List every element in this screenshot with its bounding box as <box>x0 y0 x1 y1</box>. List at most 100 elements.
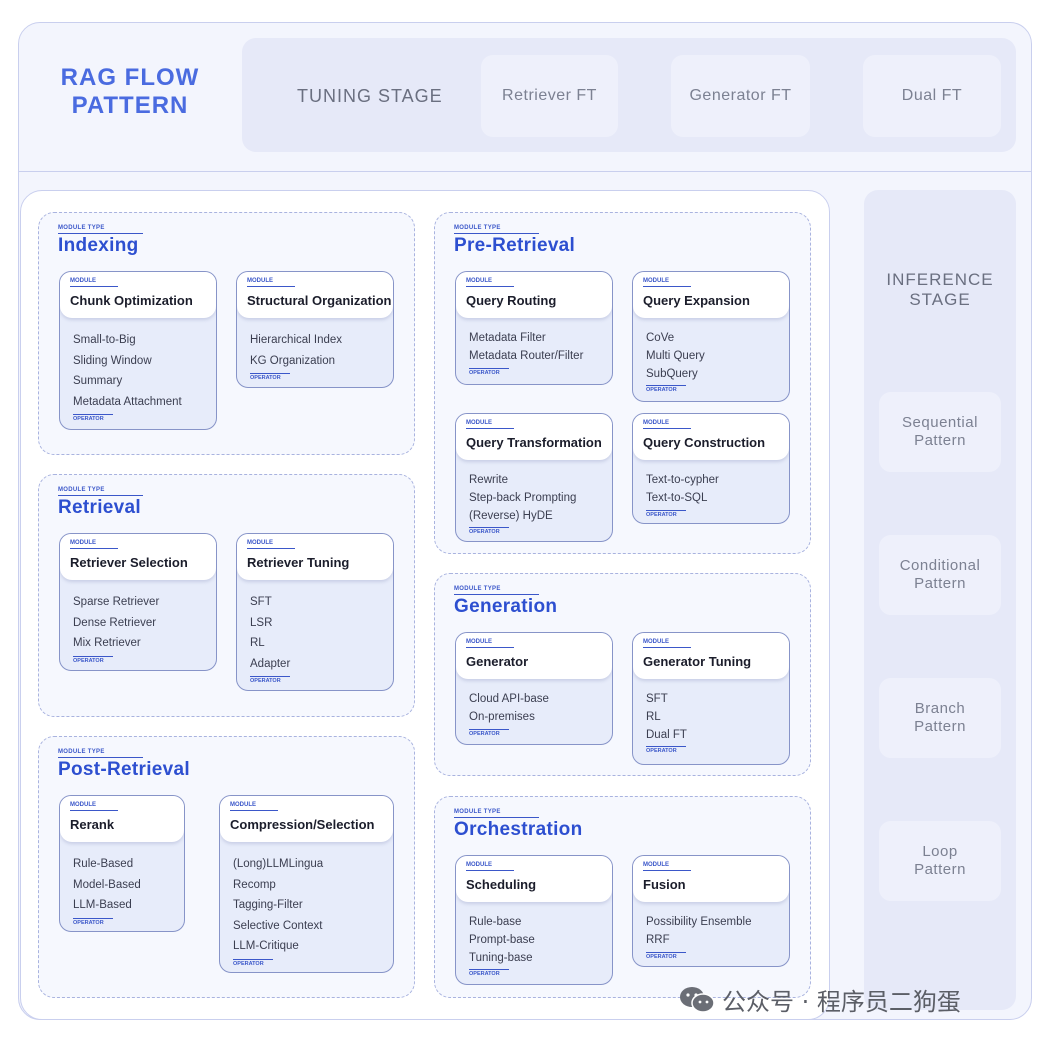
operator-tag: OPERATOR <box>73 917 113 926</box>
module-title: Retriever Tuning <box>247 555 350 570</box>
inference-stage-label: INFERENCE STAGE <box>864 270 1016 310</box>
operator-item: Selective Context <box>233 919 323 932</box>
module-header: MODULE Generator <box>456 633 612 679</box>
operator-item: SFT <box>646 693 668 705</box>
module-tag: MODULE <box>466 862 514 871</box>
operator-item: Tuning-base <box>469 951 533 964</box>
operator-item: RL <box>250 637 265 649</box>
operator-item: RRF <box>646 933 670 946</box>
operator-tag: OPERATOR <box>73 414 113 422</box>
module-header: MODULE Chunk Optimization <box>60 272 216 318</box>
module-header: MODULE Compression/Selection <box>220 796 393 842</box>
operator-list: Cloud API-base On-premises <box>469 691 606 727</box>
operator-tag: OPERATOR <box>469 969 509 977</box>
operator-list: CoVe Multi Query SubQuery <box>646 330 783 383</box>
module-title: Compression/Selection <box>230 817 375 832</box>
operator-tag: OPERATOR <box>646 951 686 960</box>
watermark-text: 公众号 · 程序员二狗蛋 <box>722 988 961 1016</box>
pattern-line-1: Conditional <box>899 557 981 574</box>
operator-item: Text-to-cypher <box>646 474 719 486</box>
operator-item: Metadata Filter <box>469 332 546 344</box>
module-title: Scheduling <box>466 877 537 892</box>
module-header: MODULE Query Transformation <box>456 414 612 460</box>
operator-item: Multi Query <box>646 349 705 362</box>
module-retriever-tuning: MODULE Retriever Tuning SFT LSR RL Adapter OPE… <box>236 533 394 691</box>
module-tag: MODULE <box>643 420 691 429</box>
operator-list: Rewrite Step-back Prompting (Reverse) HyDE <box>469 472 606 525</box>
operator-item: Small-to-Big <box>73 334 136 346</box>
operator-item: RL <box>646 710 661 723</box>
operator-list: Hierarchical Index KG Organization <box>250 330 387 371</box>
module-title: Query Transformation <box>466 435 602 450</box>
conditional-pattern-box: Conditional Pattern <box>879 535 1001 615</box>
pattern-line-2: Pattern <box>914 718 966 735</box>
module-type-title: Post-Retrieval <box>58 759 190 780</box>
operator-item: Cloud API-base <box>469 693 549 705</box>
operator-item: Text-to-SQL <box>646 491 708 504</box>
branch-pattern-box: Branch Pattern <box>879 678 1001 758</box>
operator-tag: OPERATOR <box>646 385 686 393</box>
retriever-ft-box: Retriever FT <box>481 55 618 137</box>
operator-item: Prompt-base <box>469 933 535 946</box>
operator-tag: OPERATOR <box>233 958 273 967</box>
module-title: Fusion <box>643 877 686 892</box>
module-tag: MODULE <box>70 278 118 287</box>
module-header: MODULE Query Construction <box>633 414 789 460</box>
operator-item: Recomp <box>233 878 276 891</box>
module-retriever-selection: MODULE Retriever Selection Sparse Retrieve… <box>59 533 217 671</box>
operator-item: SFT <box>250 596 272 608</box>
operator-item: Sliding Window <box>73 354 152 367</box>
operator-item: Dense Retriever <box>73 616 157 629</box>
module-header: MODULE Retriever Tuning <box>237 534 393 580</box>
module-structural-organization: MODULE Structural Organization Hierarchica… <box>236 271 394 388</box>
module-type-tag: MODULE TYPE <box>58 487 143 496</box>
operator-tag: OPERATOR <box>469 527 509 535</box>
pattern-line-1: Branch <box>914 700 966 717</box>
module-title: Retriever Selection <box>70 555 188 570</box>
module-tag: MODULE <box>247 278 295 287</box>
module-header: MODULE Fusion <box>633 856 789 902</box>
module-tag: MODULE <box>643 278 691 287</box>
operator-item: Sparse Retriever <box>73 596 160 608</box>
operator-item: Tagging-Filter <box>233 899 303 911</box>
operator-item: KG Organization <box>250 354 336 367</box>
operator-list: Rule-Based Model-Based LLM-Based <box>73 854 178 916</box>
operator-list: SFT RL Dual FT <box>646 691 783 744</box>
module-type-title: Generation <box>454 596 558 617</box>
module-title: Generator Tuning <box>643 654 752 669</box>
operator-tag: OPERATOR <box>250 676 290 684</box>
operator-item: Step-back Prompting <box>469 491 577 504</box>
module-query-transformation: MODULE Query Transformation Rewrite Step-ba… <box>455 413 613 542</box>
module-header: MODULE Scheduling <box>456 856 612 902</box>
module-title: Generator <box>466 654 529 669</box>
module-tag: MODULE <box>247 540 295 549</box>
module-header: MODULE Query Routing <box>456 272 612 318</box>
operator-item: Rule-Based <box>73 858 134 870</box>
inference-label-line-2: STAGE <box>909 290 971 309</box>
module-tag: MODULE <box>70 802 118 811</box>
pattern-line-2: Pattern <box>914 575 966 592</box>
module-scheduling: MODULE Scheduling Rule-base Prompt-base Tuni… <box>455 855 613 985</box>
diagram-title: RAG FLOW PATTERN <box>40 64 220 120</box>
operator-list: Small-to-Big Sliding Window Summary Metadat… <box>73 330 210 412</box>
module-tag: MODULE <box>70 540 118 549</box>
module-tag: MODULE <box>466 420 514 429</box>
operator-list: Metadata Filter Metadata Router/Filter <box>469 330 606 366</box>
module-title: Rerank <box>70 817 115 832</box>
operator-item: Rule-base <box>469 916 522 928</box>
operator-list: Possibility Ensemble RRF <box>646 914 783 950</box>
module-type-title: Pre-Retrieval <box>454 235 576 256</box>
watermark: 公众号 · 程序员二狗蛋 <box>678 982 961 1017</box>
module-header: MODULE Rerank <box>60 796 184 842</box>
module-header: MODULE Retriever Selection <box>60 534 216 580</box>
module-title: Query Routing <box>466 293 557 308</box>
operator-item: Summary <box>73 375 123 387</box>
operator-item: On-premises <box>469 710 535 723</box>
loop-pattern-box: Loop Pattern <box>879 821 1001 901</box>
operator-tag: OPERATOR <box>646 746 686 754</box>
module-compression-selection: MODULE Compression/Selection (Long)LLMLing… <box>219 795 394 973</box>
title-line-2: PATTERN <box>71 92 189 119</box>
module-header: MODULE Generator Tuning <box>633 633 789 679</box>
module-type-title: Indexing <box>58 235 139 256</box>
generator-ft-box: Generator FT <box>671 55 810 137</box>
